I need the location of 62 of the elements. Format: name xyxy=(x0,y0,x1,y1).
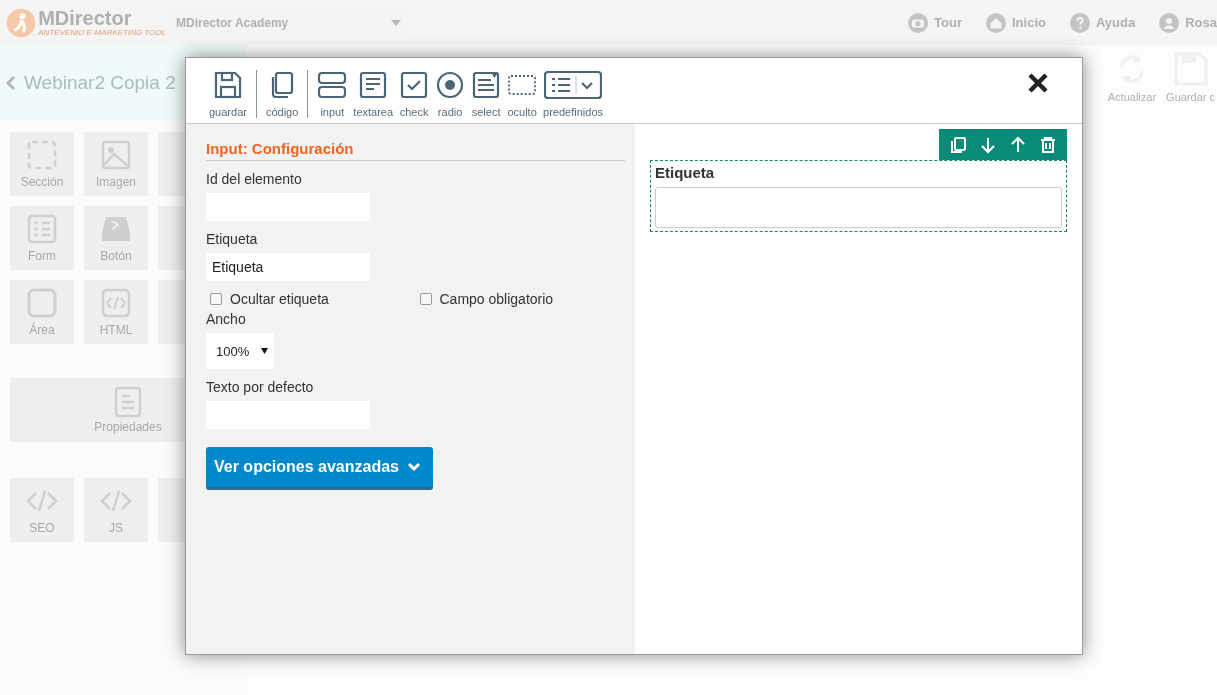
block-tile[interactable]: SEO xyxy=(10,478,74,542)
toolbar-button[interactable]: Actualizar xyxy=(1105,51,1159,103)
field-label: Etiqueta xyxy=(206,231,259,247)
tagline: ANTEVENIO E-MARKETING TOOL xyxy=(38,28,166,37)
toolbar-button[interactable]: oculto xyxy=(504,70,541,118)
toolbar-button[interactable]: radio xyxy=(432,70,469,118)
logo-text[interactable]: MDirector xyxy=(38,8,166,28)
advanced-options-button[interactable]: Ver opciones avanzadas xyxy=(206,447,433,490)
square-icon xyxy=(26,287,58,319)
nav-link[interactable]: Inicio xyxy=(986,12,1046,33)
arrow-down-icon[interactable] xyxy=(979,135,997,154)
form-icon xyxy=(26,213,58,245)
width-select[interactable]: 100% xyxy=(206,333,274,369)
block-tile[interactable]: JS xyxy=(84,478,148,542)
field-label: Etiqueta xyxy=(655,164,716,181)
code-icon xyxy=(100,287,132,319)
chevron-down-icon xyxy=(407,462,421,472)
caret-icon xyxy=(391,19,401,26)
select-list-icon xyxy=(471,70,502,100)
checkbox-icon xyxy=(399,70,430,100)
field-label: Ancho xyxy=(206,311,247,327)
toolbar-button[interactable]: textarea xyxy=(350,70,397,118)
arrow-up-icon[interactable] xyxy=(1009,135,1027,154)
input-fields-icon xyxy=(317,70,348,100)
close-button[interactable] xyxy=(1028,73,1048,93)
home-icon xyxy=(986,12,1006,33)
block-tile[interactable]: Sección xyxy=(10,132,74,196)
list-dropdown-icon xyxy=(544,70,603,100)
input-field[interactable]: Etiqueta xyxy=(206,253,370,281)
toolbar-button[interactable]: código xyxy=(262,70,309,118)
toolbar-button[interactable]: predefinidos xyxy=(540,70,607,118)
trash-icon[interactable] xyxy=(1039,135,1057,154)
campaign-title: Webinar2 Copia 2 xyxy=(24,71,176,94)
block-tile[interactable]: Imagen xyxy=(84,132,148,196)
toolbar-button[interactable]: input xyxy=(314,70,351,118)
radio-button-icon xyxy=(435,70,466,100)
document-icon xyxy=(114,386,142,418)
user-icon xyxy=(1159,12,1180,33)
close-icon xyxy=(1028,73,1048,93)
block-tile[interactable]: Botón xyxy=(84,206,148,270)
nav-link[interactable]: Rosa xyxy=(1159,12,1217,33)
section-title: Input: Configuración xyxy=(206,140,625,161)
toolbar-button[interactable]: Guardar c xyxy=(1164,51,1217,103)
block-tile[interactable]: Área xyxy=(10,280,74,344)
caret-icon xyxy=(261,348,268,354)
block-tile[interactable]: Form xyxy=(10,206,74,270)
camera-icon xyxy=(908,12,929,33)
toolbar-button[interactable]: guardar xyxy=(206,70,257,118)
block-tile[interactable]: HTML xyxy=(84,280,148,344)
toolbar-button[interactable]: select xyxy=(468,70,505,118)
image-icon xyxy=(100,139,132,171)
text-lines-icon xyxy=(358,70,389,100)
nav-link[interactable]: Tour xyxy=(908,12,962,33)
help-icon xyxy=(1069,12,1090,33)
copy-icon[interactable] xyxy=(949,135,967,154)
checkbox-option[interactable]: Campo obligatorio xyxy=(415,291,625,307)
checkbox-option[interactable]: Ocultar etiqueta xyxy=(206,291,416,307)
toolbar-button[interactable]: check xyxy=(396,70,433,118)
dashed-square-icon xyxy=(26,139,58,171)
nav-link[interactable]: Ayuda xyxy=(1069,12,1136,33)
field-label: Id del elemento xyxy=(206,171,303,187)
input-field[interactable] xyxy=(655,187,1062,228)
